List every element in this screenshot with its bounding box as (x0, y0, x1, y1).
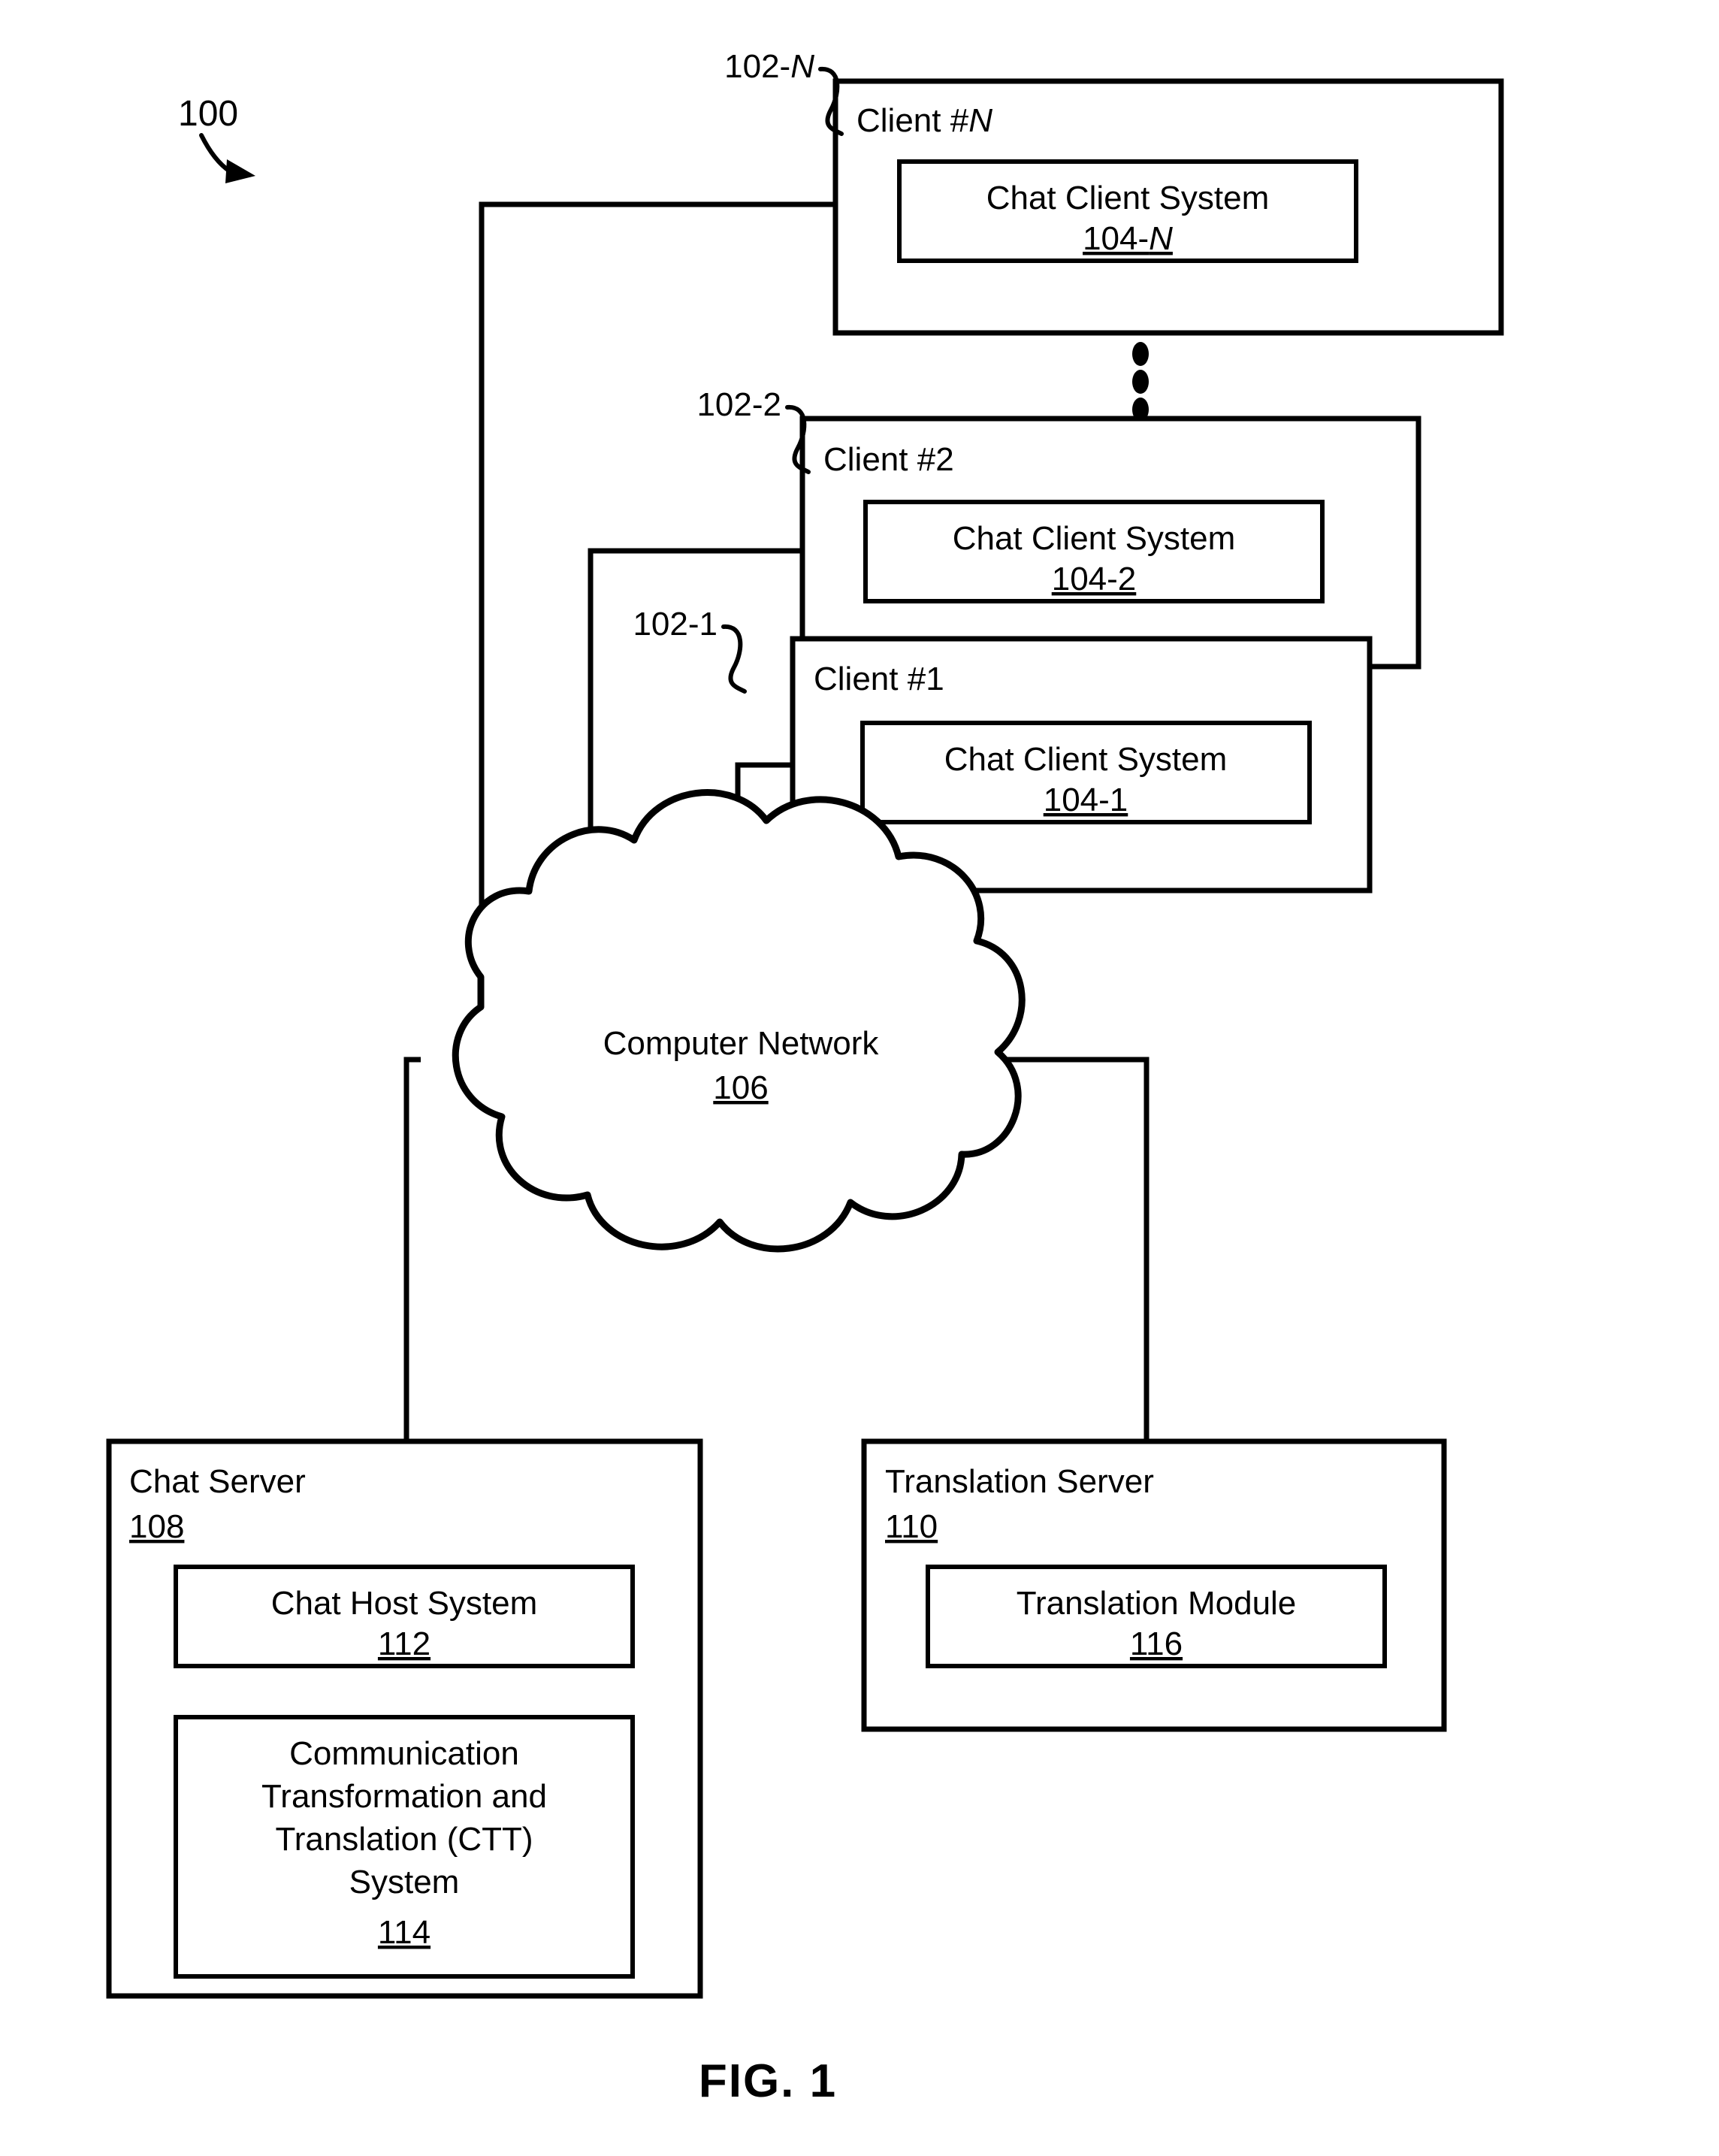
client-2-module-label: Chat Client System (953, 520, 1236, 557)
callout-client-n: 102-N (724, 48, 844, 136)
client-2-node[interactable]: Client #2 Chat Client System 104-2 (799, 416, 1421, 670)
system-ref-arrow-icon (199, 133, 232, 174)
connector-network-to-translation-server (1007, 1057, 1150, 1441)
client-n-node[interactable]: Client #N Chat Client System 104-N (832, 78, 1504, 336)
ellipsis-dot (1132, 342, 1149, 366)
system-ref-label: 100 (178, 94, 238, 134)
client-2-title: Client #2 (823, 441, 954, 478)
callout-client-1-leader-icon (721, 624, 747, 694)
vertical-ellipsis (1132, 342, 1149, 422)
ctt-system-line-2: Transformation and (261, 1778, 547, 1815)
client-2-module-ref: 104-2 (1052, 561, 1137, 597)
translation-module-ref: 116 (1130, 1625, 1183, 1662)
figure-canvas: Client #N Chat Client System 104-N 102-N… (0, 0, 1719, 2156)
chat-host-system-label: Chat Host System (271, 1585, 538, 1622)
arrowhead-icon (225, 159, 255, 183)
system-ref-callout: 100 (178, 94, 255, 183)
cloud-outline (452, 789, 1026, 1253)
client-1-module-ref: 104-1 (1044, 782, 1128, 818)
translation-module-label: Translation Module (1017, 1585, 1297, 1622)
callout-client-2-label: 102-2 (696, 386, 781, 423)
translation-server-ref: 110 (885, 1508, 938, 1545)
ellipsis-dot (1132, 370, 1149, 394)
translation-server-title: Translation Server (885, 1463, 1154, 1500)
connector-network-to-chat-server (403, 1057, 421, 1441)
network-ref: 106 (713, 1069, 768, 1106)
network-label: Computer Network (603, 1025, 880, 1062)
client-n-module-label: Chat Client System (986, 180, 1270, 216)
callout-client-n-label: 102-N (724, 48, 814, 85)
callout-client-1-label: 102-1 (633, 606, 718, 643)
client-n-title: Client #N (856, 102, 992, 139)
ctt-system-ref: 114 (378, 1914, 431, 1951)
client-n-module-ref: 104-N (1083, 220, 1173, 257)
chat-server-node[interactable]: Chat Server 108 Chat Host System 112 Com… (106, 1438, 703, 1999)
computer-network-cloud[interactable]: Computer Network 106 (452, 789, 1026, 1253)
callout-client-2: 102-2 (696, 386, 811, 474)
chat-host-system-ref: 112 (378, 1625, 431, 1662)
callout-client-1: 102-1 (633, 606, 747, 694)
chat-server-title: Chat Server (129, 1463, 306, 1500)
ctt-system-line-3: Translation (CTT) (275, 1821, 533, 1858)
figure-caption: FIG. 1 (699, 2055, 837, 2107)
client-1-title: Client #1 (814, 661, 944, 697)
chat-server-ref: 108 (129, 1508, 184, 1545)
ctt-system-line-1: Communication (289, 1735, 519, 1772)
ctt-system-line-4: System (349, 1864, 460, 1900)
patent-figure-diagram: Client #N Chat Client System 104-N 102-N… (106, 48, 1504, 2107)
client-1-module-label: Chat Client System (944, 741, 1228, 778)
translation-server-node[interactable]: Translation Server 110 Translation Modul… (861, 1438, 1447, 1732)
